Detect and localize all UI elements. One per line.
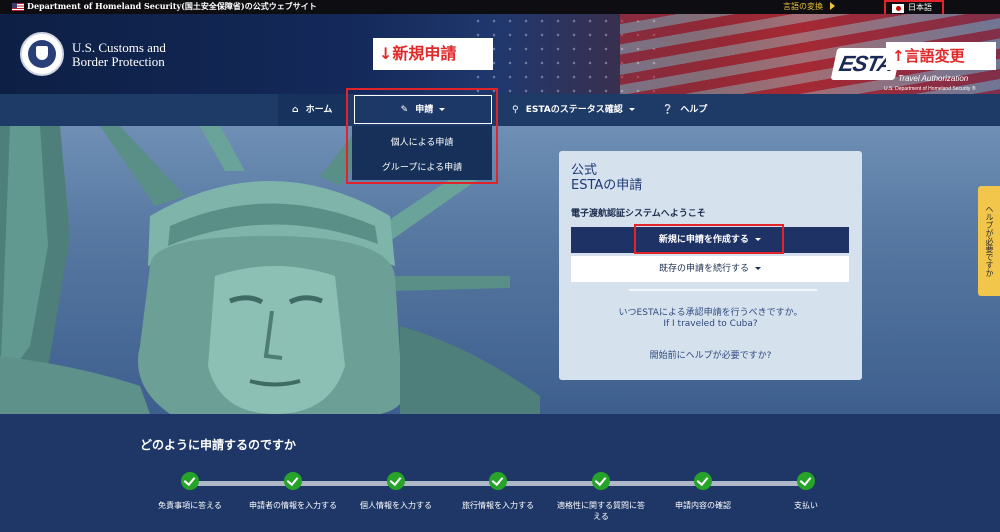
annotation-language-change: ↑言語変更	[886, 42, 996, 70]
step-review: 申請内容の確認	[658, 472, 748, 511]
check-circle-icon	[489, 472, 507, 490]
step-applicant-info: 申請者の情報を入力する	[248, 472, 338, 511]
japan-flag-icon	[892, 4, 904, 13]
check-circle-icon	[694, 472, 712, 490]
step-payment: 支払い	[761, 472, 851, 511]
nav-home-label: ホーム	[305, 105, 333, 115]
check-circle-icon	[592, 472, 610, 490]
esta-logo-small-text: U.S. Department of Homeland Security ®	[884, 86, 976, 92]
welcome-text: 電子渡航認証システムへようこそ	[571, 209, 706, 219]
search-icon: ⚲	[512, 105, 519, 115]
nav-help[interactable]: ❔ ヘルプ	[662, 94, 707, 126]
step-label: 申請者の情報を入力する	[249, 501, 337, 510]
panel-title-line2: ESTAの申請	[571, 178, 643, 193]
question-circle-icon: ❔	[662, 105, 674, 115]
annotation-highlight-new-button	[634, 224, 784, 254]
help-before-start-link[interactable]: 開始前にヘルプが必要ですか?	[559, 348, 862, 361]
step-eligibility: 適格性に関する質問に答える	[556, 472, 646, 522]
nav-status-label: ESTAのステータス確認	[525, 105, 623, 115]
home-icon: ⌂	[292, 105, 299, 115]
how-to-apply-section: どのように申請するのですか 免責事項に答える 申請者の情報を入力する 個人情報を…	[0, 414, 1000, 532]
when-to-apply-link[interactable]: いつESTAによる承認申請を行うべきですか。	[559, 305, 862, 318]
agency-name-line1: U.S. Customs and	[72, 40, 166, 55]
check-circle-icon	[181, 472, 199, 490]
how-to-apply-title: どのように申請するのですか	[140, 438, 297, 452]
caret-down-icon	[628, 108, 635, 111]
step-personal-info: 個人情報を入力する	[351, 472, 441, 511]
gov-banner: Department of Homeland Security(国土安全保障省)…	[0, 0, 1000, 17]
nav-status-check[interactable]: ⚲ ESTAのステータス確認	[512, 94, 635, 126]
agency-name-line2: Border Protection	[72, 54, 165, 69]
nav-home[interactable]: ⌂ ホーム	[278, 94, 348, 126]
language-change-link[interactable]: 言語の変換	[783, 1, 823, 12]
caret-right-icon	[830, 2, 835, 10]
continue-application-button-label: 既存の申請を続行する	[659, 264, 750, 274]
annotation-highlight-apply-menu	[346, 88, 498, 184]
step-label: 適格性に関する質問に答える	[557, 501, 645, 521]
step-disclaimer: 免責事項に答える	[145, 472, 235, 511]
step-label: 個人情報を入力する	[360, 501, 432, 510]
step-label: 旅行情報を入力する	[462, 501, 534, 510]
annotation-new-application: ↓新規申請	[373, 38, 493, 70]
help-side-tab[interactable]: ヘルプが必要ですか	[978, 186, 1000, 296]
agency-name[interactable]: U.S. Customs and Border Protection	[72, 41, 166, 69]
panel-divider	[629, 289, 817, 291]
check-circle-icon	[387, 472, 405, 490]
check-circle-icon	[797, 472, 815, 490]
gov-banner-text: Department of Homeland Security(国土安全保障省)…	[27, 1, 317, 11]
dhs-seal-logo[interactable]	[20, 32, 64, 76]
check-circle-icon	[284, 472, 302, 490]
caret-down-icon	[754, 267, 761, 270]
site-header: U.S. Customs and Border Protection ↓新規申請…	[0, 14, 1000, 94]
step-travel-info: 旅行情報を入力する	[453, 472, 543, 511]
nav-help-label: ヘルプ	[680, 105, 708, 115]
step-label: 免責事項に答える	[158, 501, 222, 510]
esta-logo-subtitle: Travel Authorization	[898, 74, 969, 83]
language-selector-label: 日本語	[908, 3, 932, 12]
step-label: 申請内容の確認	[675, 501, 731, 510]
step-label: 支払い	[794, 501, 818, 510]
continue-application-button[interactable]: 既存の申請を続行する	[571, 256, 849, 282]
panel-title-line1: 公式	[571, 163, 598, 178]
us-flag-icon	[12, 3, 24, 11]
panel-title: 公式 ESTAの申請	[571, 163, 642, 193]
cuba-travel-link[interactable]: If I traveled to Cuba?	[559, 319, 862, 329]
main-nav: ⌂ ホーム ✎ 申請 ⚲ ESTAのステータス確認 ❔ ヘルプ	[0, 94, 1000, 126]
esta-application-panel: 公式 ESTAの申請 電子渡航認証システムへようこそ 新規に申請を作成する 既存…	[559, 151, 862, 380]
